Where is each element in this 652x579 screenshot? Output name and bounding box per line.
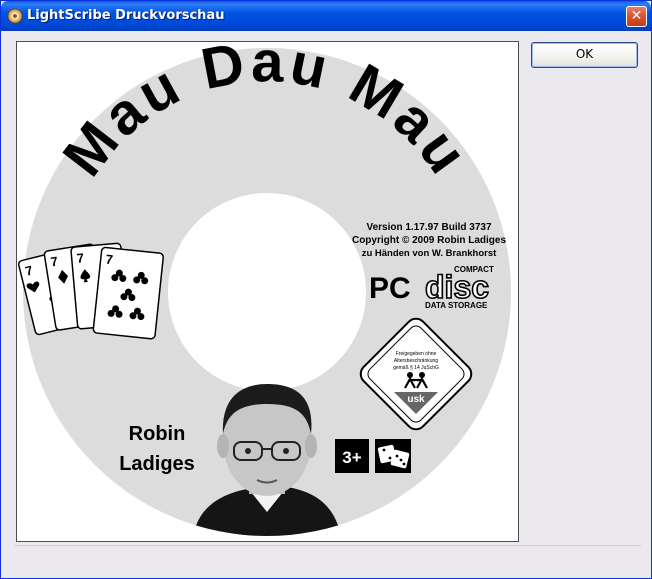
svg-text:3+: 3+ bbox=[342, 448, 361, 467]
close-button[interactable]: ✕ bbox=[626, 6, 647, 27]
lightscribe-disc-icon bbox=[7, 8, 23, 24]
usk-label: usk bbox=[407, 394, 425, 405]
dice-icon bbox=[375, 439, 411, 473]
dedication-text: zu Händen von W. Brankhorst bbox=[362, 248, 497, 259]
copyright-text: Copyright © 2009 Robin Ladiges bbox=[352, 235, 506, 246]
svg-text:gemäß § 14 JuSchG: gemäß § 14 JuSchG bbox=[393, 365, 439, 371]
title-bar[interactable]: LightScribe Druckvorschau ✕ bbox=[1, 1, 651, 31]
close-icon: ✕ bbox=[630, 8, 643, 24]
divider bbox=[14, 545, 641, 546]
client-area: Mau Dau Mau Version 1.17.97 Build 3737 C… bbox=[4, 29, 648, 576]
disc-label-preview: Mau Dau Mau Version 1.17.97 Build 3737 C… bbox=[17, 29, 511, 536]
lightscribe-preview-window: LightScribe Druckvorschau ✕ Mau Dau Mau … bbox=[0, 0, 652, 579]
cd-logo-main: disc bbox=[425, 269, 489, 305]
age-rating-badge: 3+ bbox=[335, 439, 369, 473]
playing-cards-image: 7 7 7 7 bbox=[17, 242, 164, 340]
cd-logo-bottom: DATA STORAGE bbox=[425, 301, 488, 310]
author-last-name: Ladiges bbox=[119, 453, 195, 475]
pc-label: PC bbox=[369, 272, 411, 305]
author-first-name: Robin bbox=[129, 423, 186, 445]
svg-text:7: 7 bbox=[76, 250, 85, 266]
svg-text:Altersbeschränkung: Altersbeschränkung bbox=[394, 358, 438, 364]
ok-button[interactable]: OK bbox=[531, 42, 638, 68]
window-title: LightScribe Druckvorschau bbox=[27, 8, 225, 23]
svg-text:Freigegeben ohne: Freigegeben ohne bbox=[396, 351, 437, 357]
print-preview-area: Mau Dau Mau Version 1.17.97 Build 3737 C… bbox=[16, 29, 519, 542]
version-text: Version 1.17.97 Build 3737 bbox=[366, 222, 492, 233]
